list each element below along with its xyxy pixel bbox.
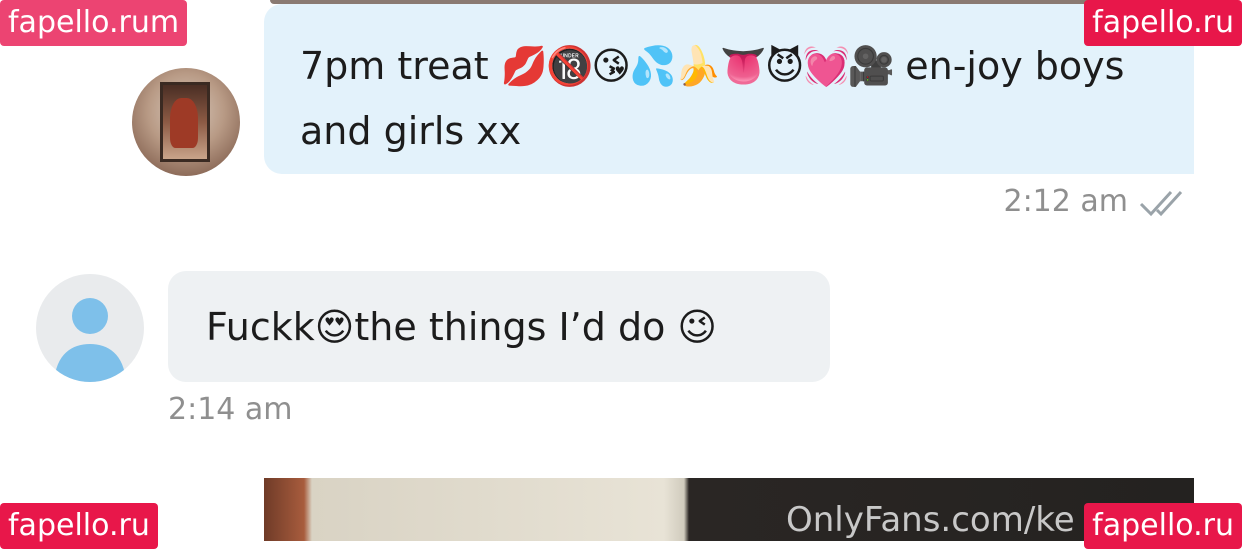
incoming-message-text: Fuckk😍the things I’d do 😉 xyxy=(206,305,717,349)
double-check-icon xyxy=(1139,190,1183,217)
incoming-text-part1: Fuckk xyxy=(206,304,315,349)
avatar-photo-figure xyxy=(170,98,198,148)
media-bottom-edge xyxy=(264,541,1194,549)
user-avatar-default[interactable] xyxy=(36,274,144,382)
incoming-timestamp: 2:14 am xyxy=(168,392,293,427)
incoming-emoji-wink: 😉 xyxy=(677,304,718,349)
media-watermark-text: OnlyFans.com/ke xyxy=(786,500,1075,540)
outgoing-emojis: 💋🔞😘💦🍌👅😈💓🎥 xyxy=(500,44,895,88)
outgoing-message-text: 7pm treat 💋🔞😘💦🍌👅😈💓🎥 en-joy boys and girl… xyxy=(300,34,1174,164)
sender-avatar[interactable] xyxy=(132,68,240,176)
watermark-top-left: fapello.rum xyxy=(0,0,188,46)
watermark-bottom-left: fapello.ru xyxy=(0,503,158,549)
incoming-message-bubble[interactable]: Fuckk😍the things I’d do 😉 xyxy=(168,271,830,382)
outgoing-text-start: 7pm treat xyxy=(300,44,501,88)
outgoing-timestamp: 2:12 am xyxy=(1003,184,1128,219)
incoming-text-part2: the things I’d do xyxy=(354,304,678,349)
user-silhouette-icon xyxy=(54,298,126,382)
watermark-top-left-suffix: m xyxy=(149,5,180,40)
incoming-emoji-heart-eyes: 😍 xyxy=(314,304,355,349)
watermark-top-left-text: fapello.ru xyxy=(8,5,150,40)
watermark-top-right: fapello.ru xyxy=(1084,0,1242,46)
outgoing-message-bubble[interactable]: 7pm treat 💋🔞😘💦🍌👅😈💓🎥 en-joy boys and girl… xyxy=(264,4,1194,174)
watermark-bottom-right: fapello.ru xyxy=(1084,503,1242,549)
